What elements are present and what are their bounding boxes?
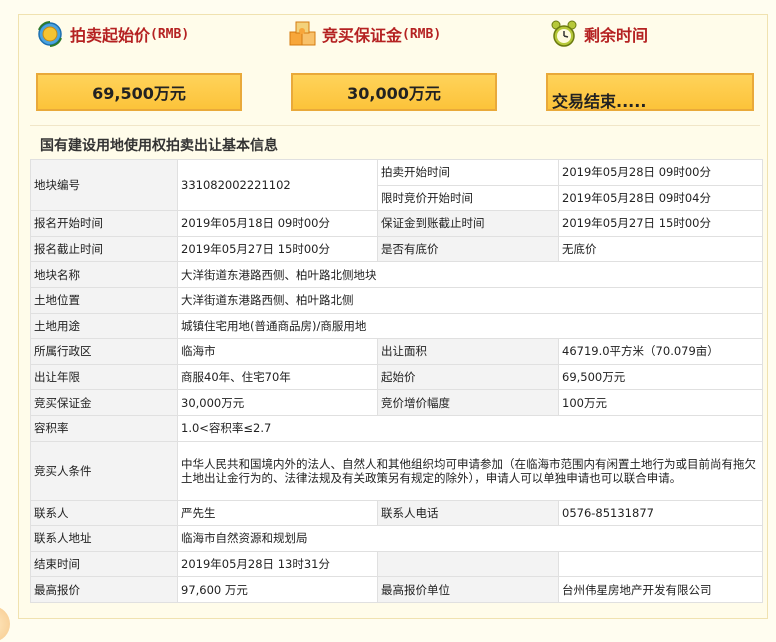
location-value: 大洋街道东港路西侧、柏叶路北侧 <box>177 286 763 314</box>
parcel-name-value: 大洋街道东港路西侧、柏叶路北侧地块 <box>177 261 763 288</box>
deposit-header: 竞买保证金 (RMB) <box>288 20 441 48</box>
timed-bid-start-label: 限时竞价开始时间 <box>377 184 559 212</box>
term-label: 出让年限 <box>30 363 178 391</box>
highest-bid-value: 97,600 万元 <box>177 576 378 603</box>
start-price-box: 69,500万元 <box>36 73 242 111</box>
contact-label: 联系人 <box>30 499 178 527</box>
corner-decoration <box>0 606 10 642</box>
deposit-box: 30,000万元 <box>291 73 497 111</box>
table-row: 所属行政区 临海市 出让面积 46719.0平方米（70.079亩） <box>30 338 763 365</box>
deposit-deadline-label: 保证金到账截止时间 <box>377 210 559 237</box>
bid-deposit-value: 30,000万元 <box>177 389 378 416</box>
timed-bid-start-value: 2019年05月28日 09时04分 <box>558 184 763 212</box>
bidder-conditions-value: 中华人民共和国境内外的法人、自然人和其他组织均可申请参加（在临海市范围内有闲置土… <box>177 440 763 501</box>
area-label: 出让面积 <box>377 338 559 365</box>
table-row: 出让年限 商服40年、住宅70年 起始价 69,500万元 <box>30 363 763 391</box>
area-value: 46719.0平方米（70.079亩） <box>558 338 763 365</box>
table-row: 地块名称 大洋街道东港路西侧、柏叶路北侧地块 <box>30 261 763 288</box>
contact-address-value: 临海市自然资源和规划局 <box>177 525 763 552</box>
land-use-label: 土地用途 <box>30 312 178 340</box>
end-time-empty-label <box>377 550 559 578</box>
table-row: 土地位置 大洋街道东港路西侧、柏叶路北侧 <box>30 286 763 314</box>
deposit-label: 竞买保证金 <box>322 26 403 45</box>
land-use-value: 城镇住宅用地(普通商品房)/商服用地 <box>177 312 763 340</box>
district-value: 临海市 <box>177 338 378 365</box>
parcel-name-label: 地块名称 <box>30 261 178 288</box>
reg-start-value: 2019年05月18日 09时00分 <box>177 210 378 237</box>
end-time-label: 结束时间 <box>30 550 178 578</box>
reserve-price-label: 是否有底价 <box>377 235 559 263</box>
location-label: 土地位置 <box>30 286 178 314</box>
auction-start-value: 2019年05月28日 09时00分 <box>558 159 763 186</box>
coin-icon <box>36 20 64 48</box>
district-label: 所属行政区 <box>30 338 178 365</box>
reg-end-value: 2019年05月27日 15时00分 <box>177 235 378 263</box>
increment-label: 竞价增价幅度 <box>377 389 559 416</box>
table-row: 容积率 1.0<容积率≤2.7 <box>30 414 763 442</box>
contact-phone-value: 0576-85131877 <box>558 499 763 527</box>
term-value: 商服40年、住宅70年 <box>177 363 378 391</box>
highest-bidder-value: 台州伟星房地产开发有限公司 <box>558 576 763 603</box>
section-title: 国有建设用地使用权拍卖出让基本信息 <box>40 138 278 154</box>
starting-price-value: 69,500万元 <box>558 363 763 391</box>
remaining-time-header: 剩余时间 <box>550 20 648 48</box>
remaining-time-box: 交易结束..... <box>546 73 754 111</box>
table-row: 地块编号 331082002221102 拍卖开始时间 2019年05月28日 … <box>30 158 763 212</box>
section-divider <box>30 125 760 126</box>
table-row: 土地用途 城镇住宅用地(普通商品房)/商服用地 <box>30 312 763 340</box>
table-row: 联系人地址 临海市自然资源和规划局 <box>30 525 763 552</box>
table-row: 结束时间 2019年05月28日 13时31分 <box>30 550 763 578</box>
contact-phone-label: 联系人电话 <box>377 499 559 527</box>
parcel-id-label: 地块编号 <box>30 158 178 212</box>
start-price-header: 拍卖起始价 (RMB) <box>36 20 189 48</box>
end-time-empty-value <box>558 550 763 578</box>
contact-address-label: 联系人地址 <box>30 525 178 552</box>
end-time-value: 2019年05月28日 13时31分 <box>177 550 378 578</box>
alarm-clock-icon <box>550 20 578 48</box>
deposit-rmb: (RMB) <box>402 26 442 42</box>
table-row: 竞买保证金 30,000万元 竞价增价幅度 100万元 <box>30 389 763 416</box>
table-row: 报名截止时间 2019年05月27日 15时00分 是否有底价 无底价 <box>30 235 763 263</box>
bidder-conditions-label: 竞买人条件 <box>30 440 178 501</box>
table-row: 竞买人条件 中华人民共和国境内外的法人、自然人和其他组织均可申请参加（在临海市范… <box>30 440 763 501</box>
plot-ratio-value: 1.0<容积率≤2.7 <box>177 414 763 442</box>
reg-end-label: 报名截止时间 <box>30 235 178 263</box>
contact-value: 严先生 <box>177 499 378 527</box>
table-row: 最高报价 97,600 万元 最高报价单位 台州伟星房地产开发有限公司 <box>30 576 763 603</box>
start-price-rmb: (RMB) <box>150 26 190 42</box>
auction-start-label: 拍卖开始时间 <box>377 159 559 186</box>
remaining-time-label: 剩余时间 <box>584 26 649 45</box>
bid-deposit-label: 竞买保证金 <box>30 389 178 416</box>
start-price-label: 拍卖起始价 <box>70 26 151 45</box>
highest-bid-label: 最高报价 <box>30 576 178 603</box>
parcel-id-value: 331082002221102 <box>177 158 378 212</box>
puzzle-icon <box>288 20 316 48</box>
increment-value: 100万元 <box>558 389 763 416</box>
highest-bidder-label: 最高报价单位 <box>377 576 559 603</box>
table-row: 报名开始时间 2019年05月18日 09时00分 保证金到账截止时间 2019… <box>30 210 763 237</box>
reg-start-label: 报名开始时间 <box>30 210 178 237</box>
table-row: 联系人 严先生 联系人电话 0576-85131877 <box>30 499 763 527</box>
starting-price-label: 起始价 <box>377 363 559 391</box>
plot-ratio-label: 容积率 <box>30 414 178 442</box>
reserve-price-value: 无底价 <box>558 235 763 263</box>
land-info-table: 地块编号 331082002221102 拍卖开始时间 2019年05月28日 … <box>30 158 763 603</box>
deposit-deadline-value: 2019年05月27日 15时00分 <box>558 210 763 237</box>
